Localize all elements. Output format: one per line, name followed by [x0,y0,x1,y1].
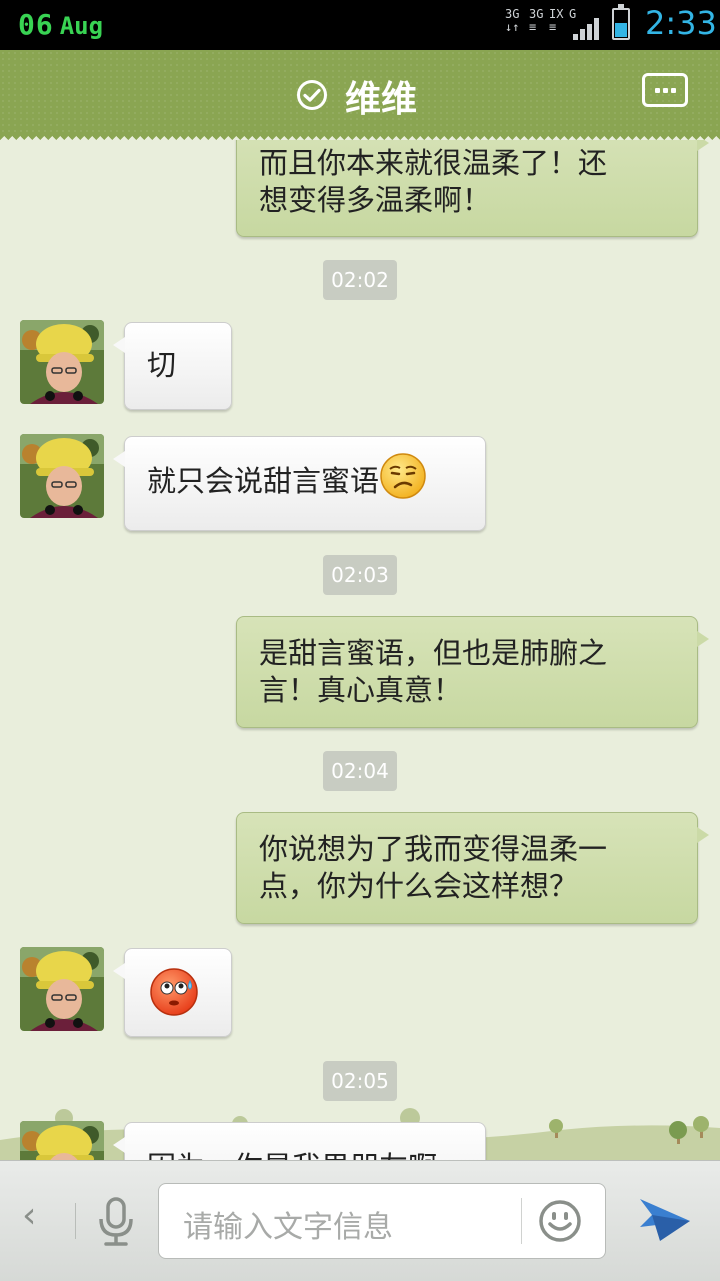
contact-name[interactable]: 维维 [345,70,417,122]
verified-check-icon [297,80,327,110]
network-indicators: 3G ↓↑ 3G ≡ IX ≡ G [505,8,605,42]
timestamp: 02:04 [323,751,397,791]
message-line: 言！真心真意！ [259,673,463,707]
status-time: 2:33 [645,4,717,42]
avatar-photo [20,434,104,518]
message-bubble-sent[interactable]: 是甜言蜜语，但也是肺腑之 言！真心真意！ [236,616,709,728]
avatar[interactable] [20,1121,104,1160]
message-line: 是甜言蜜语，但也是肺腑之 [259,636,608,670]
network-ix-icon: IX ≡ [549,7,564,34]
message-line: 想变得多温柔啊！ [259,183,492,217]
timestamp: 02:02 [323,260,397,300]
message-bubble-sent[interactable]: 你说想为了我而变得温柔一 点，你为什么会这样想？ [236,812,709,924]
input-placeholder: 请输入文字信息 [183,1210,393,1245]
avatar[interactable] [20,947,104,1031]
emoji-smile-icon[interactable] [537,1198,583,1244]
avatar[interactable] [20,434,104,518]
network-3g-icon: 3G ↓↑ [505,7,520,34]
chat-area[interactable]: 而且你本来就很温柔了！还 想变得多温柔啊！ 02:02 切 就只会说甜言蜜语 0… [0,140,720,1160]
microphone-icon[interactable] [96,1197,136,1247]
divider [521,1198,522,1244]
back-button[interactable]: ‹ [22,1195,36,1236]
timestamp: 02:03 [323,555,397,595]
message-bubble-received[interactable] [113,948,232,1037]
message-text: 就只会说甜言蜜语 [147,464,380,498]
message-line: 点，你为什么会这样想？ [259,869,579,903]
message-input[interactable]: 请输入文字信息 [158,1183,606,1259]
message-bubble-received[interactable]: 切 [113,322,232,410]
pout-emoji-icon [380,453,426,499]
message-bubble-received[interactable]: 因为，你是我男朋友啊 [113,1122,486,1160]
send-icon[interactable] [638,1195,692,1245]
message-bubble-sent[interactable]: 而且你本来就很温柔了！还 想变得多温柔啊！ [236,140,709,237]
status-date: 06 Aug [18,8,104,41]
message-bubble-received[interactable]: 就只会说甜言蜜语 [113,436,486,531]
battery-icon [612,4,630,40]
avatar-photo [20,320,104,404]
status-bar: 06 Aug 3G ↓↑ 3G ≡ IX ≡ G 2:33 [0,0,720,50]
avatar-photo [20,947,104,1031]
divider [75,1203,76,1239]
timestamp: 02:05 [323,1061,397,1101]
message-line: 而且你本来就很温柔了！还 [259,146,608,180]
sweat-emoji-icon [150,968,198,1016]
more-button[interactable] [642,73,688,107]
header-edge [0,132,720,140]
avatar-photo [20,1121,104,1160]
network-3g-b-icon: 3G ≡ [529,7,544,34]
input-bar: ‹ 请输入文字信息 [0,1160,720,1281]
signal-bars-icon [573,16,603,40]
avatar[interactable] [20,320,104,404]
message-line: 你说想为了我而变得温柔一 [259,832,608,866]
